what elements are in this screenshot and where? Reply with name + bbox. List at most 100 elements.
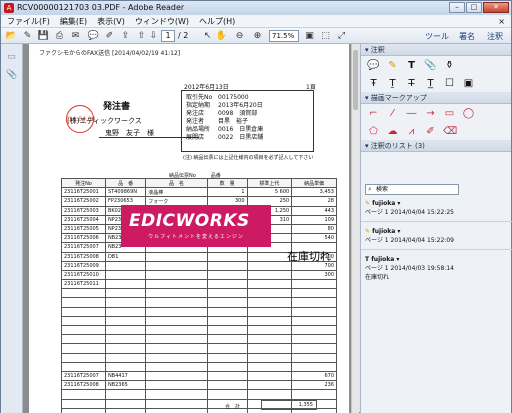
table-cell: [145, 380, 208, 391]
table-cell: [61, 398, 106, 409]
table-cell: [246, 380, 293, 391]
menu-window[interactable]: ウィンドウ(W): [135, 15, 189, 27]
table-cell: [61, 288, 106, 299]
comments-section-header[interactable]: ▾ 注釈: [361, 44, 511, 56]
maximize-button[interactable]: □: [466, 2, 482, 13]
table-cell: 1: [206, 187, 248, 198]
table-row: [61, 352, 337, 363]
sign-tab[interactable]: 署名: [459, 31, 475, 42]
page-number-input[interactable]: 1: [161, 30, 175, 42]
strikethrough-icon[interactable]: T̶: [405, 77, 418, 90]
title-bar: A RCV00000121703 03.PDF - Adobe Reader –…: [1, 1, 511, 15]
table-cell: [291, 297, 337, 308]
text-annotation[interactable]: 在庫切れ: [287, 248, 331, 264]
stamp-icon[interactable]: ⚱: [443, 59, 456, 72]
line-icon[interactable]: ―: [405, 107, 418, 120]
next-page-icon[interactable]: ⇩: [147, 30, 160, 42]
col-header: 数 量: [206, 177, 248, 189]
print-icon[interactable]: ⎙: [53, 30, 66, 42]
zoom-level-select[interactable]: 71.5%: [269, 30, 299, 42]
table-cell: [206, 269, 248, 281]
attach-file-icon[interactable]: 📎: [424, 59, 437, 72]
sticky-note-icon[interactable]: 💬: [367, 59, 380, 72]
comment-item[interactable]: ✎ fujioka ▾ ページ 1 2014/04/04 15:22:25: [365, 200, 508, 216]
insert-text-icon[interactable]: Ŧ: [367, 77, 380, 90]
comment-item[interactable]: T fujioka ▾ ページ 1 2014/04/03 19:58:14 在庫…: [365, 256, 508, 281]
table-cell: [145, 389, 208, 400]
table-cell: [104, 389, 147, 400]
edit-icon[interactable]: ✎: [21, 30, 34, 42]
info-row: 納品場所 0016 日黒倉庫: [186, 126, 264, 133]
col-header: 品 名: [145, 177, 208, 189]
page-total: / 2: [178, 31, 189, 40]
close-doc-icon[interactable]: ×: [498, 15, 505, 28]
add-text-icon[interactable]: T: [405, 59, 418, 72]
share-icon[interactable]: ⇪: [119, 30, 132, 42]
rectangle-icon[interactable]: ▭: [443, 107, 456, 120]
draw-freeform-icon[interactable]: ✐: [424, 125, 437, 138]
scrollbar-thumb[interactable]: [353, 50, 358, 110]
close-button[interactable]: ✕: [483, 2, 509, 13]
table-cell: [246, 343, 293, 354]
table-cell: [145, 315, 208, 327]
menu-edit[interactable]: 編集(E): [60, 15, 87, 27]
page-thumbnails-icon[interactable]: ▭: [6, 52, 17, 64]
hand-tool-icon[interactable]: ✋: [215, 30, 228, 42]
table-cell: [104, 288, 147, 299]
comment-tools: 💬 ✎ T 📎 ⚱: [361, 56, 511, 74]
eraser-icon[interactable]: ⌫: [443, 125, 457, 138]
document-title: 発注書: [103, 102, 131, 112]
adobe-reader-icon: A: [4, 3, 14, 13]
table-cell: [246, 269, 293, 281]
open-icon[interactable]: 📂: [5, 30, 18, 42]
minimize-button[interactable]: –: [449, 2, 465, 13]
table-cell: [291, 288, 337, 299]
table-cell: [61, 343, 106, 354]
table-cell: 23116T25008: [61, 251, 106, 262]
table-cell: [104, 407, 147, 413]
textbox-callout-icon[interactable]: ⌐: [367, 107, 380, 120]
col-header: 品 番: [104, 177, 147, 189]
polygon-icon[interactable]: ⬠: [367, 125, 380, 138]
table-cell: [291, 389, 337, 400]
comment-divider: [361, 249, 512, 250]
menu-view[interactable]: 表示(V): [97, 15, 125, 27]
table-cell: [145, 343, 208, 354]
text-box-icon[interactable]: ☐: [443, 77, 456, 90]
comment-icon[interactable]: 💬: [87, 30, 100, 42]
comment-item[interactable]: ✎ fujioka ▾ ページ 1 2014/04/04 15:22:09: [365, 228, 508, 244]
comment-list-header[interactable]: ▾ 注釈のリスト (3): [361, 140, 511, 152]
zoom-in-icon[interactable]: ⊕: [251, 30, 264, 42]
save-icon[interactable]: 💾: [37, 30, 50, 42]
callout-icon[interactable]: ▣: [462, 77, 475, 90]
select-cursor-icon[interactable]: ↖: [201, 30, 214, 42]
vertical-scrollbar[interactable]: [351, 44, 359, 413]
read-mode-icon[interactable]: ⤢: [335, 30, 348, 42]
window-title: RCV00000121703 03.PDF - Adobe Reader: [17, 3, 185, 12]
drawing-section-header[interactable]: ▾ 描画マークアップ: [361, 92, 511, 104]
comment-tab[interactable]: 注釈: [487, 31, 503, 42]
info-row: 発注店 0098 須賀部: [186, 110, 258, 117]
replace-text-icon[interactable]: Ṯ: [386, 77, 399, 90]
cloud-icon[interactable]: ☁: [386, 125, 399, 138]
underline-icon[interactable]: T̲: [424, 77, 437, 90]
tools-tab[interactable]: ツール: [425, 31, 449, 42]
comment-search-input[interactable]: ⌕ 検索: [365, 184, 459, 195]
pencil-icon[interactable]: ⁄: [386, 107, 399, 120]
table-cell: [61, 297, 106, 308]
table-cell: [206, 334, 248, 345]
fit-width-icon[interactable]: ⬚: [319, 30, 332, 42]
polyline-icon[interactable]: ⩘: [405, 125, 418, 138]
table-cell: [145, 324, 208, 336]
menu-help[interactable]: ヘルプ(H): [199, 15, 235, 27]
menu-file[interactable]: ファイル(F): [7, 15, 50, 27]
arrow-icon[interactable]: →: [424, 107, 437, 120]
fit-page-icon[interactable]: ▣: [303, 30, 316, 42]
email-icon[interactable]: ✉: [69, 30, 82, 42]
table-cell: 23116T25003: [61, 205, 106, 216]
ellipse-icon[interactable]: ◯: [462, 107, 475, 120]
attachments-icon[interactable]: 📎: [6, 70, 17, 82]
zoom-out-icon[interactable]: ⊖: [233, 30, 246, 42]
highlight-text-icon[interactable]: ✎: [386, 59, 399, 72]
highlight-icon[interactable]: ✐: [103, 30, 116, 42]
